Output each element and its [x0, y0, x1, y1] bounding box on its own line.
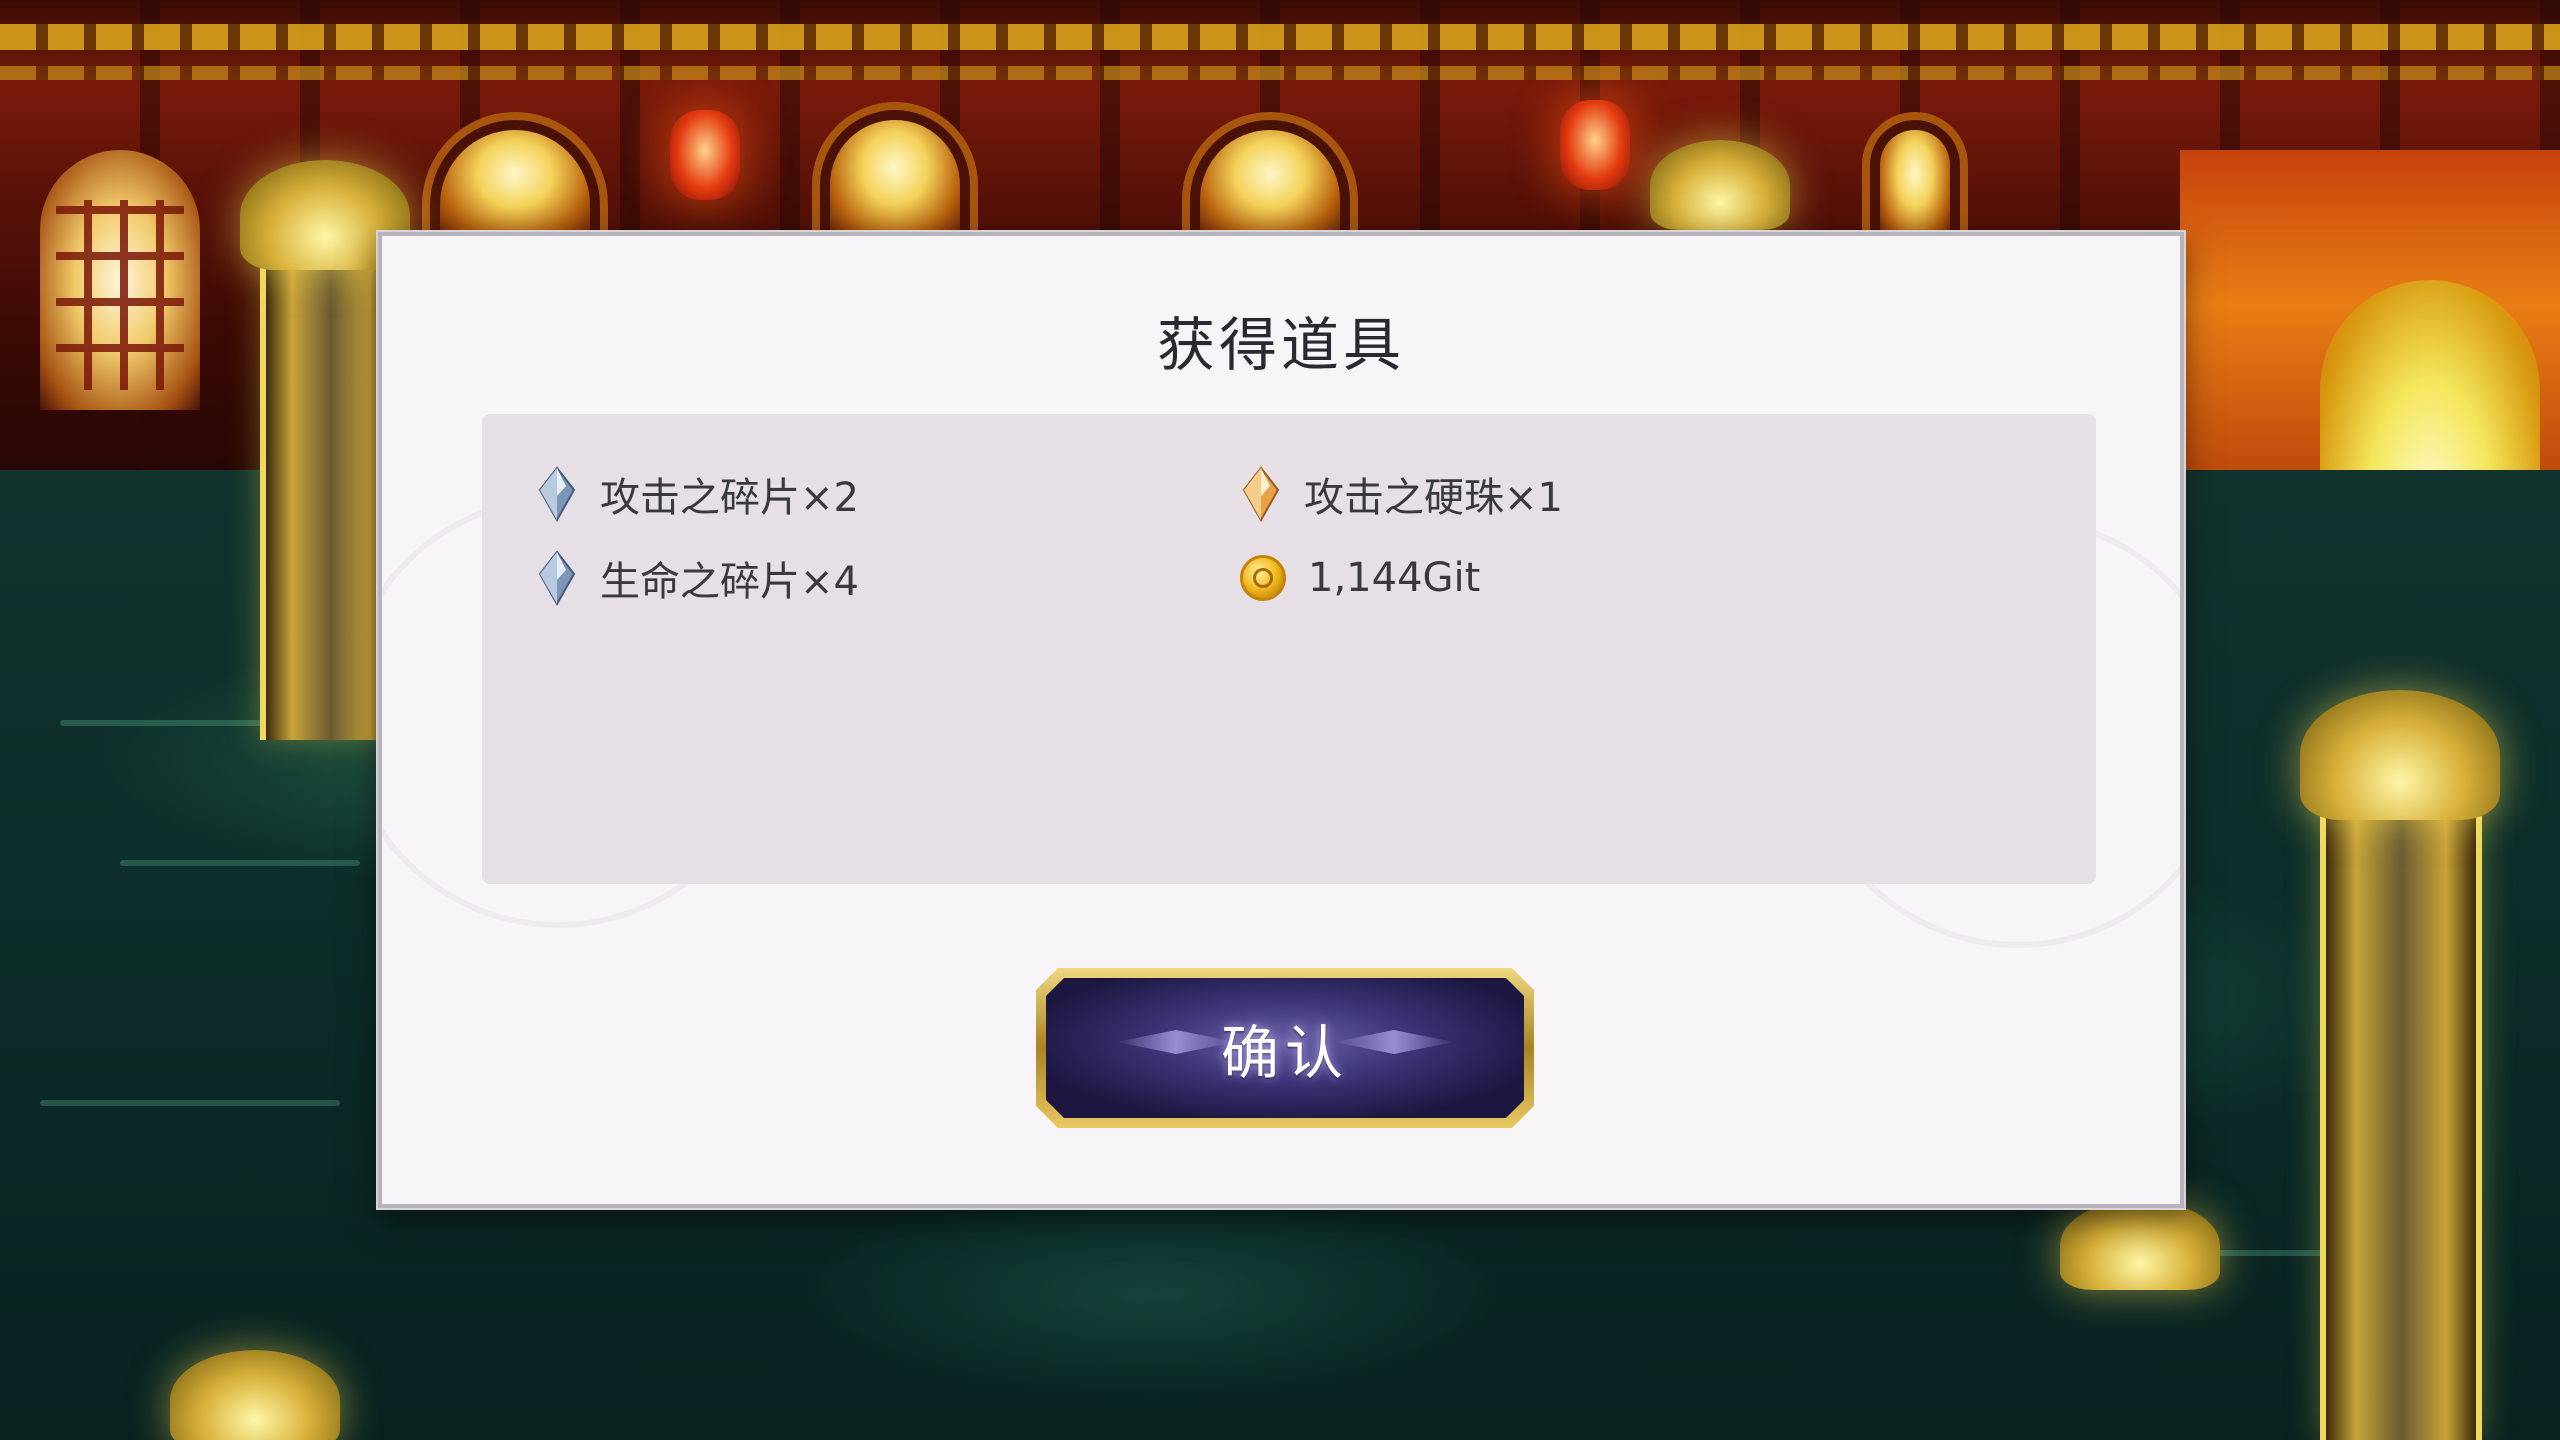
blue-crystal-shard-icon — [536, 466, 578, 522]
red-lantern — [1560, 100, 1630, 190]
wall-trim-decoration — [0, 24, 2560, 50]
gold-coin-icon — [1240, 555, 1286, 601]
reward-item-label: 1,144Git — [1308, 555, 1481, 601]
reward-item-label: 攻击之碎片×2 — [600, 475, 859, 521]
reward-item-label: 生命之碎片×4 — [600, 559, 859, 605]
lattice-window — [56, 200, 184, 390]
red-lantern — [670, 110, 740, 200]
lotus-pillar-right — [2320, 790, 2482, 1440]
gold-crystal-icon — [1240, 466, 1282, 522]
reward-item: 1,144Git — [1240, 546, 1480, 610]
palace-arch — [1880, 130, 1950, 240]
reward-item: 攻击之硬珠×1 — [1240, 462, 1563, 526]
confirm-button-label: 确认 — [1220, 1019, 1349, 1087]
reward-item-label: 攻击之硬珠×1 — [1304, 475, 1563, 521]
wall-trim-decoration — [0, 66, 2560, 80]
lotus-lamp-right — [2300, 690, 2500, 820]
reward-item: 攻击之碎片×2 — [536, 462, 859, 526]
water-ripple — [120, 860, 360, 866]
item-reward-dialog: 获得道具 攻击之碎片×2 攻击之硬珠×1 生命之碎片×4 1,144Git 确认 — [378, 232, 2184, 1208]
water-ripple — [40, 1100, 340, 1106]
dialog-title: 获得道具 — [1156, 311, 1405, 379]
confirm-button[interactable]: 确认 — [1036, 968, 1534, 1128]
blue-crystal-shard-icon — [536, 550, 578, 606]
lotus-lamp-far — [1650, 140, 1790, 230]
reward-item: 生命之碎片×4 — [536, 546, 859, 610]
palace-arch — [830, 120, 960, 240]
items-panel: 攻击之碎片×2 攻击之硬珠×1 生命之碎片×4 1,144Git — [482, 414, 2096, 884]
lotus-lamp-floor — [170, 1350, 340, 1440]
lotus-lamp-floor — [2060, 1200, 2220, 1290]
